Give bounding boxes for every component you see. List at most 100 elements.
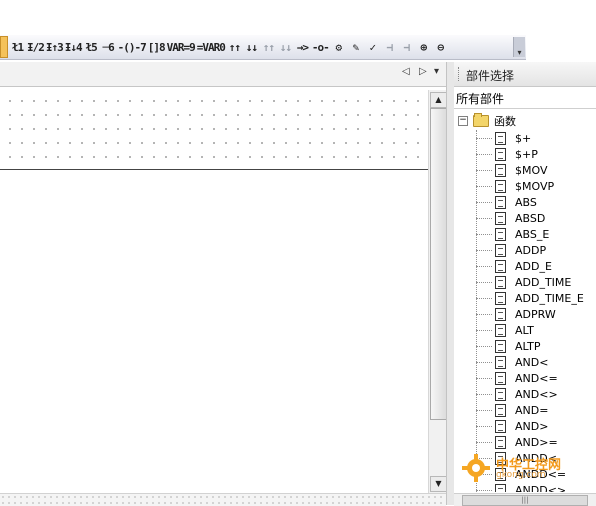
- tree-root-functions[interactable]: − 函数: [458, 113, 516, 128]
- tree-connector: [476, 217, 492, 219]
- document-icon: [495, 259, 506, 273]
- toolbar-button-tool-e[interactable]: ⊣: [399, 37, 414, 57]
- document-icon: [495, 195, 506, 209]
- tree-item-label: AND>=: [515, 435, 558, 449]
- scroll-down-button[interactable]: ▼: [430, 476, 447, 492]
- toolbar-button-contact-highlight[interactable]: [0, 36, 8, 58]
- tree-item[interactable]: ADDP: [476, 242, 546, 258]
- editor-vertical-scrollbar[interactable]: ▲ ▼: [428, 90, 447, 493]
- toolbar-button-falling-4[interactable]: Ɨ↓4: [65, 37, 83, 57]
- ladder-toolbar: ł1 Ɨ/2 Ɨ↑3 Ɨ↓4 ł5 ─6 -()-7 []8 VAR=9 =VAR0 ↑↑ ↓↓ ↑↑ ↓…: [0, 35, 526, 60]
- toolbar-button-coil-6[interactable]: ─6: [101, 37, 116, 57]
- nav-menu-icon[interactable]: ▾: [434, 66, 439, 77]
- tree-connector: [476, 441, 492, 443]
- toolbar-button-tool-b[interactable]: ✎: [348, 37, 363, 57]
- document-icon: [495, 403, 506, 417]
- tree-item-label: ABS_E: [515, 227, 550, 241]
- tree-item[interactable]: $MOVP: [476, 178, 554, 194]
- editor-nav-row: ◁ ▷ ▾: [0, 62, 450, 87]
- toolbar-button-var-0[interactable]: =VAR0: [197, 37, 226, 57]
- tree-item[interactable]: ADD_TIME: [476, 274, 571, 290]
- toolbar-button-rising-3[interactable]: Ɨ↑3: [46, 37, 64, 57]
- folder-icon: [473, 113, 489, 127]
- toolbar-button-var-9[interactable]: VAR=9: [167, 37, 196, 57]
- toolbar-button-rising-bus[interactable]: ↑↑: [227, 37, 242, 57]
- tree-item-label: ALT: [515, 323, 534, 337]
- scroll-up-button[interactable]: ▲: [430, 92, 447, 108]
- toolbar-button-nc-contact-2[interactable]: Ɨ/2: [27, 37, 45, 57]
- watermark-logo: 中华工控网 gkong.com: [462, 452, 594, 486]
- tree-item-label: ABSD: [515, 211, 546, 225]
- tree-connector: [476, 233, 492, 235]
- tree-item[interactable]: ABS: [476, 194, 537, 210]
- toolbar-button-falling-bus-dim[interactable]: ↓↓: [278, 37, 293, 57]
- tree-item[interactable]: $+: [476, 130, 531, 146]
- toolbar-overflow-button[interactable]: ▾: [513, 37, 525, 57]
- tree-item-label: $+P: [515, 147, 538, 161]
- tree-connector: [476, 169, 492, 171]
- toolbar-button-rising-bus-dim[interactable]: ↑↑: [261, 37, 276, 57]
- component-panel: 部件选择 所有部件 − 函数 $+ $+P $MOV $MOVP ABS ABSD ABS_…: [454, 62, 596, 506]
- panel-header: 部件选择: [454, 62, 596, 87]
- toolbar-button-tool-d[interactable]: ⊣: [382, 37, 397, 57]
- tree-item-label: ADPRW: [515, 307, 556, 321]
- toolbar-button-zoom-in[interactable]: ⊕: [416, 37, 431, 57]
- document-icon: [495, 419, 506, 433]
- main-toolbar: ł1 Ɨ/2 Ɨ↑3 Ɨ↓4 ł5 ─6 -()-7 []8 VAR=9 =VAR0 ↑↑ ↓↓ ↑↑ ↓…: [0, 0, 596, 60]
- panel-subtitle: 所有部件: [456, 92, 505, 106]
- tree-item-label: $MOVP: [515, 179, 555, 193]
- tree-item[interactable]: $+P: [476, 146, 538, 162]
- document-icon: [495, 307, 506, 321]
- tree-connector: [476, 297, 492, 299]
- tree-item[interactable]: ABSD: [476, 210, 545, 226]
- toolbar-button-function-8[interactable]: []8: [148, 37, 166, 57]
- tree-item-label: ADD_E: [515, 259, 552, 273]
- panel-horizontal-scrollbar[interactable]: |||: [454, 493, 596, 506]
- panel-grip[interactable]: [458, 67, 462, 81]
- document-icon: [495, 339, 506, 353]
- tree-item[interactable]: AND<=: [476, 370, 558, 386]
- scroll-thumb[interactable]: [430, 108, 447, 420]
- tree-item[interactable]: ADPRW: [476, 306, 556, 322]
- tree-item-label: AND=: [515, 403, 549, 417]
- document-icon: [495, 227, 506, 241]
- toolbar-button-tool-c[interactable]: ✓: [365, 37, 380, 57]
- tree-item[interactable]: ABS_E: [476, 226, 549, 242]
- next-arrow-icon[interactable]: ▷: [419, 66, 427, 77]
- toolbar-button-falling-bus[interactable]: ↓↓: [244, 37, 259, 57]
- prev-arrow-icon[interactable]: ◁: [402, 66, 410, 77]
- tree-item[interactable]: ADD_E: [476, 258, 552, 274]
- ladder-editor[interactable]: [0, 87, 428, 493]
- collapse-icon[interactable]: −: [458, 116, 468, 126]
- tree-item[interactable]: AND=: [476, 402, 548, 418]
- tree-item-label: ADD_TIME: [515, 275, 572, 289]
- editor-horizontal-scrollbar[interactable]: [0, 493, 446, 506]
- panel-scroll-thumb[interactable]: |||: [462, 495, 588, 506]
- tree-item[interactable]: AND>=: [476, 434, 558, 450]
- ladder-grid[interactable]: [0, 91, 428, 170]
- tree-item[interactable]: ADD_TIME_E: [476, 290, 584, 306]
- panel-filter[interactable]: 所有部件: [454, 87, 596, 109]
- toolbar-button-coil-7[interactable]: -()-7: [118, 37, 147, 57]
- tree-item[interactable]: AND>: [476, 418, 548, 434]
- tree-connector: [476, 185, 492, 187]
- tree-item[interactable]: $MOV: [476, 162, 547, 178]
- watermark-subtext: gkong.com: [496, 470, 546, 480]
- toolbar-button-inverter[interactable]: -o-: [312, 37, 330, 57]
- tree-connector: [476, 313, 492, 315]
- tree-connector: [476, 345, 492, 347]
- tree-item[interactable]: AND<: [476, 354, 548, 370]
- toolbar-button-arrow-right[interactable]: →>: [295, 37, 310, 57]
- tree-item-label: $+: [515, 131, 532, 145]
- tree-item[interactable]: AND<>: [476, 386, 558, 402]
- tree-item[interactable]: ALTP: [476, 338, 541, 354]
- tree-item-label: AND<=: [515, 371, 558, 385]
- tree-item[interactable]: ALT: [476, 322, 534, 338]
- toolbar-button-no-contact-1[interactable]: ł1: [10, 37, 25, 57]
- toolbar-button-zoom-out[interactable]: ⊖: [433, 37, 448, 57]
- document-icon: [495, 211, 506, 225]
- document-icon: [495, 179, 506, 193]
- toolbar-button-tool-a[interactable]: ⚙: [331, 37, 346, 57]
- toolbar-button-parallel-5[interactable]: ł5: [84, 37, 99, 57]
- tree-connector: [476, 425, 492, 427]
